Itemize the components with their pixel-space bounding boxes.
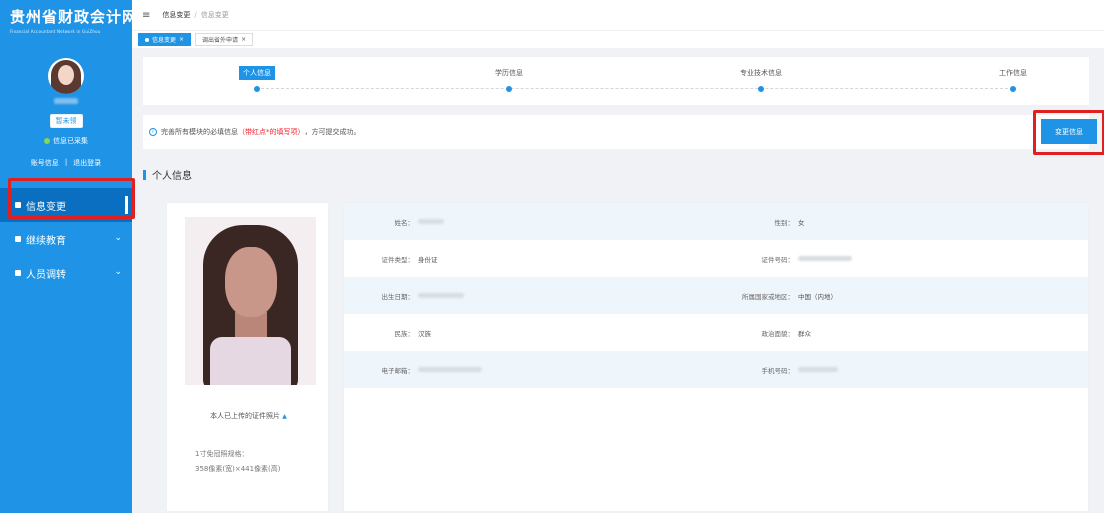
detail-row: 证件类型： 身份证 证件号码： bbox=[344, 240, 1088, 277]
active-dot-icon bbox=[145, 37, 149, 42]
tab-transfer-out-application[interactable]: 调出省外申请 × bbox=[195, 33, 254, 46]
tab-label: 调出省外申请 bbox=[202, 37, 239, 44]
detail-row: 姓名： 性别： 女 bbox=[344, 203, 1088, 240]
steps-bar: 个人信息 学历信息 专业技术信息 工作信息 bbox=[143, 57, 1089, 105]
logout-link[interactable]: 退出登录 bbox=[73, 158, 101, 168]
chevron-down-icon: ⌄ bbox=[114, 267, 122, 277]
breadcrumb-current: 信息变更 bbox=[200, 11, 229, 19]
notice-highlight: （带红点*的填写项） bbox=[238, 128, 305, 136]
step-label: 个人信息 bbox=[239, 66, 275, 80]
step-label: 学历信息 bbox=[495, 69, 523, 77]
step-label: 专业技术信息 bbox=[740, 69, 782, 77]
section-title-text: 个人信息 bbox=[152, 171, 192, 182]
chevron-down-icon: ⌄ bbox=[114, 233, 122, 243]
section-title: 个人信息 bbox=[143, 167, 192, 182]
logo-subtitle: Financial Accountant Network in GuiZhou bbox=[10, 29, 101, 34]
ethnicity-value: 汉族 bbox=[418, 329, 431, 338]
logo: 贵州省财政会计网 Financial Accountant Network in… bbox=[0, 0, 139, 44]
step-dot-icon bbox=[1010, 86, 1016, 92]
user-profile: 暂未领 信息已采集 账号信息 | 退出登录 bbox=[0, 44, 132, 168]
steps-connector bbox=[261, 88, 1013, 89]
notice-suffix: ，方可提交成功。 bbox=[304, 128, 361, 136]
square-icon bbox=[15, 270, 21, 276]
close-icon[interactable]: × bbox=[241, 36, 246, 43]
photo-caption[interactable]: 本人已上传的证件照片 ▲ bbox=[167, 411, 330, 421]
detail-row: 民族： 汉族 政治面貌： 群众 bbox=[344, 314, 1088, 351]
collection-status: 信息已采集 bbox=[0, 136, 132, 146]
email-value-blurred bbox=[418, 366, 482, 374]
photo-caption-text: 本人已上传的证件照片 bbox=[210, 412, 281, 420]
step-education-info[interactable]: 学历信息 bbox=[464, 66, 554, 92]
step-technical-info[interactable]: 专业技术信息 bbox=[716, 66, 806, 92]
account-badge[interactable]: 暂未领 bbox=[49, 114, 83, 128]
tab-bar: 信息变更 × 调出省外申请 × bbox=[132, 30, 1104, 48]
link-separator: | bbox=[64, 158, 68, 166]
name-label: 姓名： bbox=[394, 218, 415, 227]
square-icon bbox=[15, 236, 21, 242]
breadcrumb-separator: / bbox=[194, 11, 197, 19]
photo-card: 本人已上传的证件照片 ▲ 1寸免冠照规格： 358像素(宽)×441像素(高) bbox=[166, 202, 329, 512]
step-label: 工作信息 bbox=[999, 69, 1027, 77]
caret-up-icon: ▲ bbox=[282, 413, 287, 420]
highlight-box-button bbox=[1033, 110, 1104, 155]
step-work-info[interactable]: 工作信息 bbox=[968, 66, 1058, 92]
name-value-blurred bbox=[418, 218, 444, 226]
menu-toggle-icon[interactable]: ≡ bbox=[142, 10, 150, 21]
gender-value: 女 bbox=[798, 218, 805, 227]
political-status-label: 政治面貌： bbox=[761, 329, 795, 338]
ethnicity-label: 民族： bbox=[394, 329, 415, 338]
notice-bar: i 完善所有模块的必填信息 （带红点*的填写项） ，方可提交成功。 bbox=[143, 115, 1089, 149]
sidebar-item-label: 人员调转 bbox=[26, 269, 66, 281]
region-label: 所属国家或地区： bbox=[742, 292, 794, 301]
birth-date-value-blurred bbox=[418, 292, 464, 300]
section-bar bbox=[143, 169, 146, 180]
id-type-label: 证件类型： bbox=[381, 255, 415, 264]
status-text: 信息已采集 bbox=[53, 137, 88, 145]
phone-label: 手机号码： bbox=[761, 366, 795, 375]
info-icon: i bbox=[149, 128, 157, 136]
step-dot-icon bbox=[758, 86, 764, 92]
region-value: 中国（内地） bbox=[798, 292, 837, 301]
notice-prefix: 完善所有模块的必填信息 bbox=[161, 128, 238, 136]
username-blurred bbox=[54, 98, 78, 104]
status-dot-icon bbox=[44, 138, 50, 144]
id-type-value: 身份证 bbox=[418, 255, 438, 264]
email-label: 电子邮箱： bbox=[381, 366, 415, 375]
political-status-value: 群众 bbox=[798, 329, 811, 338]
step-dot-icon bbox=[506, 86, 512, 92]
tab-info-change[interactable]: 信息变更 × bbox=[138, 33, 192, 46]
photo-spec-label: 1寸免冠照规格： bbox=[195, 450, 249, 458]
tab-label: 信息变更 bbox=[152, 37, 177, 44]
logo-title: 贵州省财政会计网 bbox=[10, 8, 139, 26]
highlight-box-nav bbox=[8, 178, 135, 219]
phone-value-blurred bbox=[798, 366, 838, 374]
gender-label: 性别： bbox=[774, 218, 795, 227]
step-personal-info[interactable]: 个人信息 bbox=[212, 66, 302, 92]
sidebar-item-continuing-education[interactable]: 继续教育 ⌄ bbox=[0, 222, 132, 256]
id-photo bbox=[185, 217, 316, 385]
sidebar: 贵州省财政会计网 Financial Accountant Network in… bbox=[0, 0, 139, 513]
id-number-value-blurred bbox=[798, 255, 852, 263]
birth-date-label: 出生日期： bbox=[381, 292, 415, 301]
close-icon[interactable]: × bbox=[179, 36, 184, 43]
step-dot-icon bbox=[254, 86, 260, 92]
id-number-label: 证件号码： bbox=[761, 255, 795, 264]
photo-spec-value: 358像素(宽)×441像素(高) bbox=[195, 465, 281, 473]
breadcrumb-home[interactable]: 信息变更 bbox=[162, 10, 190, 20]
sidebar-item-label: 继续教育 bbox=[26, 235, 66, 247]
sidebar-item-personnel-transfer[interactable]: 人员调转 ⌄ bbox=[0, 256, 132, 290]
account-info-link[interactable]: 账号信息 bbox=[31, 158, 59, 168]
avatar bbox=[48, 58, 84, 94]
topbar: ≡ 信息变更 / 信息变更 bbox=[132, 0, 1104, 30]
personal-details: 姓名： 性别： 女 证件类型： 身份证 证件号码： 出生日期： 所属国家或地区：… bbox=[343, 202, 1089, 512]
detail-row: 电子邮箱： 手机号码： bbox=[344, 351, 1088, 388]
account-links: 账号信息 | 退出登录 bbox=[0, 158, 132, 168]
detail-row: 出生日期： 所属国家或地区： 中国（内地） bbox=[344, 277, 1088, 314]
